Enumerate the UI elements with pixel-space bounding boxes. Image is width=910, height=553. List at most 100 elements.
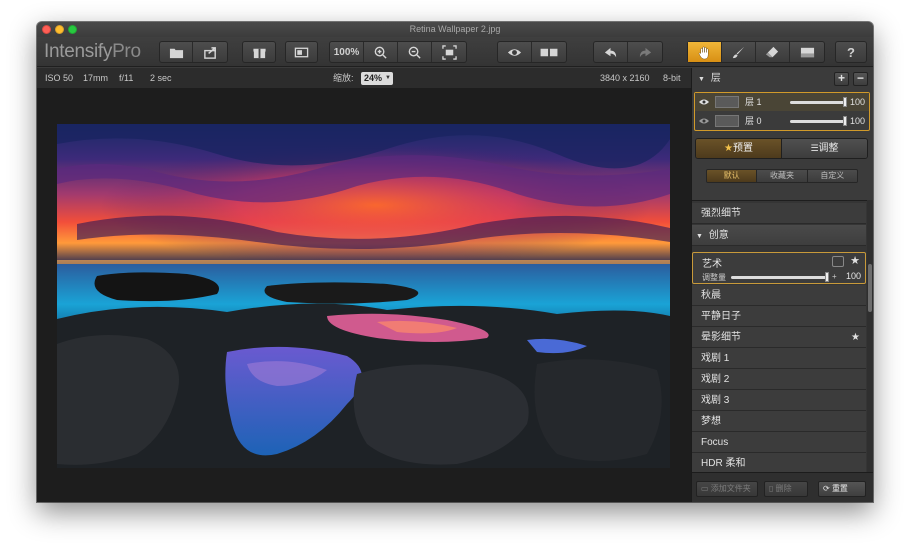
list-item[interactable]: 戏剧 2 <box>692 369 866 390</box>
remove-layer-button[interactable]: − <box>853 72 868 86</box>
undo-button[interactable] <box>594 42 628 62</box>
bit-depth: 8-bit <box>663 73 681 83</box>
tool-button-group <box>687 41 825 63</box>
title-bar: Retina Wallpaper 2.jpg <box>37 22 873 37</box>
list-item[interactable]: 梦想 <box>692 411 866 432</box>
preset-name: 戏剧 1 <box>701 353 730 364</box>
gift-button[interactable] <box>243 42 275 62</box>
add-layer-button[interactable]: + <box>834 72 849 86</box>
star-icon[interactable]: ★ <box>850 254 860 267</box>
actual-size-button[interactable]: 100% <box>330 42 364 62</box>
layer-row[interactable]: 层 0 100 <box>695 112 869 130</box>
scrollbar-thumb[interactable] <box>868 264 872 312</box>
layer-name: 层 0 <box>745 116 762 126</box>
list-item[interactable]: HDR 柔和 <box>692 453 866 472</box>
layer-thumbnail <box>715 96 739 108</box>
amount-label: 调整量 <box>702 273 726 282</box>
zoom-select[interactable]: 24% ▼ <box>361 72 393 85</box>
zoom-out-button[interactable] <box>398 42 432 62</box>
file-button-group <box>159 41 228 63</box>
list-item[interactable]: Focus <box>692 432 866 453</box>
tab-adjust-label: 调整 <box>818 143 839 154</box>
preset-scrollbar[interactable] <box>867 200 873 472</box>
split-view-button[interactable] <box>532 42 566 62</box>
zoom-out-icon <box>408 46 421 59</box>
adjust-icon[interactable] <box>832 256 844 267</box>
tab-favorites[interactable]: 收藏夹 <box>757 170 808 182</box>
help-button[interactable]: ? <box>836 42 866 62</box>
tab-adjust[interactable]: ☰调整 <box>782 139 867 158</box>
zoom-in-button[interactable] <box>364 42 398 62</box>
app-name: Intensify <box>44 41 113 62</box>
open-file-button[interactable] <box>160 42 193 62</box>
slider-handle[interactable] <box>843 97 847 107</box>
maximize-window-button[interactable] <box>68 25 77 34</box>
mask-button[interactable] <box>790 42 824 62</box>
tab-default[interactable]: 默认 <box>707 170 758 182</box>
preset-name: Focus <box>701 437 729 448</box>
minimize-window-button[interactable] <box>55 25 64 34</box>
add-folder-button[interactable]: ▭ 添加文件夹 <box>696 481 758 497</box>
zoom-select-value: 24% <box>364 73 383 83</box>
active-preset[interactable]: 艺术 ★ 调整量 + 100 <box>692 252 866 284</box>
list-item[interactable]: 戏剧 3 <box>692 390 866 411</box>
slider-handle[interactable] <box>825 272 829 282</box>
close-window-button[interactable] <box>42 25 51 34</box>
list-item[interactable]: 平静日子 <box>692 306 866 327</box>
layer-opacity-value: 100 <box>849 116 865 126</box>
brush-tool-button[interactable] <box>722 42 756 62</box>
preview-button[interactable] <box>498 42 532 62</box>
sliders-icon: ☰ <box>810 143 819 153</box>
slider-handle[interactable] <box>843 116 847 126</box>
share-button[interactable] <box>193 42 227 62</box>
hand-tool-button[interactable] <box>688 42 722 62</box>
open-file-icon <box>169 48 183 58</box>
folder-icon: ▭ <box>701 484 709 493</box>
star-icon[interactable]: ★ <box>851 327 860 348</box>
view-mode-group <box>285 41 318 63</box>
zoom-in-icon <box>374 46 387 59</box>
photo-preview[interactable] <box>57 124 670 468</box>
eye-icon <box>507 48 522 56</box>
eye-icon[interactable] <box>699 117 709 125</box>
fit-screen-icon <box>441 44 457 60</box>
fit-screen-button[interactable] <box>432 42 466 62</box>
layers-header-label: 层 <box>710 73 721 84</box>
app-name-suffix: Pro <box>112 41 141 62</box>
amount-slider[interactable] <box>731 276 827 279</box>
toolbar: IntensifyPro 100% ? <box>37 37 873 67</box>
preset-section-label: 创意 <box>708 230 729 241</box>
list-item[interactable]: 戏剧 1 <box>692 348 866 369</box>
chevron-down-icon: ▼ <box>696 233 703 240</box>
preset-name: 秋晨 <box>701 290 721 301</box>
preset-section-header[interactable]: ▼ 创意 <box>692 225 866 246</box>
history-button-group <box>593 41 663 63</box>
amount-value: 100 <box>845 271 861 281</box>
list-item[interactable]: 晕影细节 ★ <box>692 327 866 348</box>
tab-custom[interactable]: 自定义 <box>807 170 857 182</box>
list-item[interactable]: 秋晨 <box>692 285 866 306</box>
delete-button[interactable]: ▯ 删除 <box>764 481 808 497</box>
preset-list: 强烈细节 ▼ 创意 艺术 ★ 调整量 + 100 秋晨 平静日子 晕影细节 ★ 戏… <box>692 200 873 472</box>
list-item[interactable]: 强烈细节 <box>692 203 866 224</box>
app-window: Retina Wallpaper 2.jpg IntensifyPro 100%… <box>37 22 873 502</box>
image-canvas[interactable] <box>37 89 691 502</box>
layer-row[interactable]: 层 1 100 <box>695 93 869 111</box>
panel-tabs: ★预置 ☰调整 <box>695 138 868 159</box>
redo-button[interactable] <box>628 42 662 62</box>
eraser-tool-button[interactable] <box>756 42 790 62</box>
chevron-down-icon: ▼ <box>385 75 391 81</box>
layer-opacity-slider[interactable] <box>790 120 845 123</box>
reset-button[interactable]: ⟳ 重置 <box>818 481 866 497</box>
preset-name: HDR 柔和 <box>701 458 746 469</box>
layer-name: 层 1 <box>745 97 762 107</box>
brush-tool-icon <box>732 46 745 58</box>
gift-button-group <box>242 41 276 63</box>
preset-category-tabs: 默认 收藏夹 自定义 <box>706 169 858 183</box>
eye-icon[interactable] <box>699 98 709 106</box>
preview-button-group <box>497 41 567 63</box>
tab-presets[interactable]: ★预置 <box>696 139 782 158</box>
preset-name: 梦想 <box>701 416 721 427</box>
layer-opacity-slider[interactable] <box>790 101 845 104</box>
single-view-button[interactable] <box>286 42 317 62</box>
